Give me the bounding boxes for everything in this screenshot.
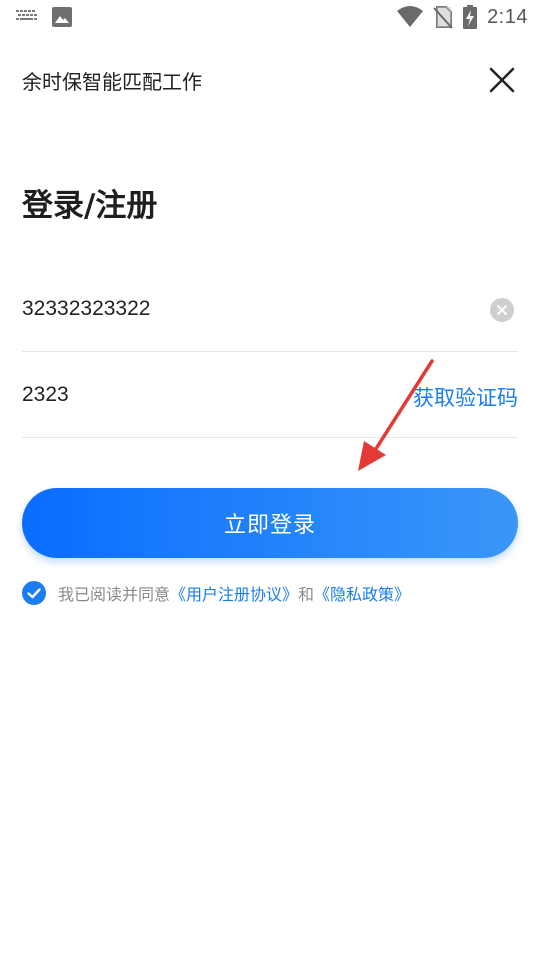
phone-field-row (22, 266, 518, 352)
agreement-prefix: 我已阅读并同意 (58, 585, 171, 604)
page-heading: 登录/注册 (22, 188, 158, 224)
agreement-row: 我已阅读并同意《用户注册协议》和《隐私政策》 (22, 581, 410, 605)
login-screen: 2:14 余时保智能匹配工作 登录/注册 获取验证码 立即登录 我已阅读并同意《… (0, 0, 540, 960)
wifi-icon (397, 6, 424, 27)
close-icon[interactable] (486, 64, 518, 96)
user-agreement-link[interactable]: 《用户注册协议》 (170, 585, 298, 604)
get-code-button[interactable]: 获取验证码 (413, 382, 518, 412)
status-time: 2:14 (487, 5, 528, 28)
privacy-policy-link[interactable]: 《隐私政策》 (314, 585, 410, 604)
checkbox-checked-icon[interactable] (22, 581, 46, 605)
battery-charging-icon (463, 5, 478, 29)
phone-input[interactable] (22, 266, 402, 352)
status-bar: 2:14 (0, 0, 540, 36)
login-button[interactable]: 立即登录 (22, 488, 518, 558)
keyboard-icon (16, 10, 37, 20)
verification-code-input[interactable] (22, 352, 402, 438)
app-title: 余时保智能匹配工作 (22, 70, 202, 94)
no-sim-icon (433, 6, 453, 29)
code-field-row: 获取验证码 (22, 352, 518, 438)
clear-icon[interactable] (490, 298, 514, 322)
agreement-text: 我已阅读并同意《用户注册协议》和《隐私政策》 (58, 581, 410, 605)
agreement-conjunction: 和 (298, 585, 315, 604)
image-icon (52, 7, 72, 27)
